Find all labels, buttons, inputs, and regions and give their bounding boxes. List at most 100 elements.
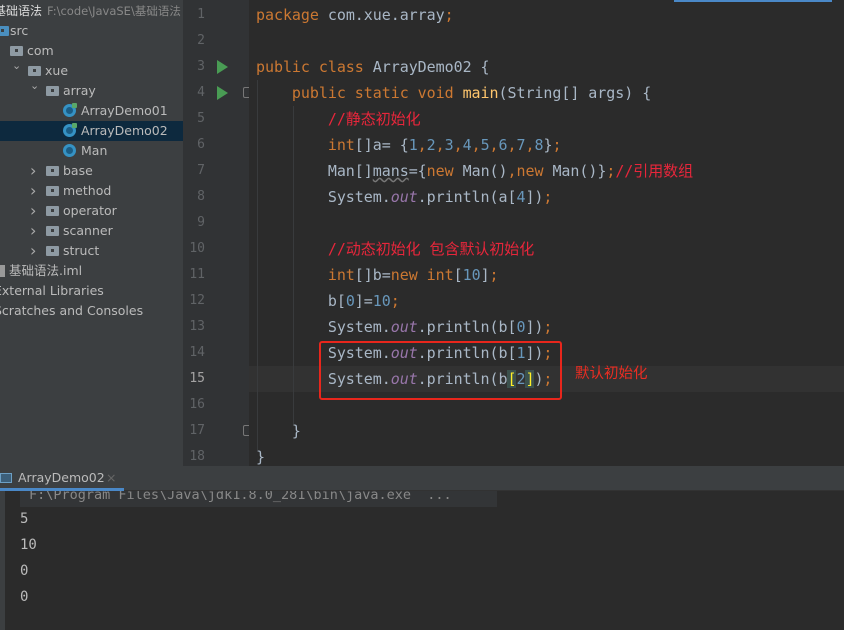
line-number: 11 xyxy=(189,267,205,282)
line-number: 3 xyxy=(197,59,205,74)
tree-item-array[interactable]: ⌄ array xyxy=(0,79,183,101)
tree-item-scanner[interactable]: › scanner xyxy=(0,221,183,241)
code-keyword: int xyxy=(256,136,355,154)
line-number: 13 xyxy=(189,319,205,334)
code-token: ={ xyxy=(408,162,427,180)
line-number: 6 xyxy=(197,137,205,152)
code-token: [ xyxy=(453,266,463,284)
run-gutter-icon[interactable] xyxy=(217,60,228,74)
console-command-line[interactable]: F:\Program Files\Java\jdk1.8.0_281\bin\j… xyxy=(20,491,497,507)
tree-item-struct[interactable]: › struct xyxy=(0,241,183,261)
chevron-right-icon[interactable]: › xyxy=(30,241,36,261)
line-number: 9 xyxy=(197,215,205,230)
code-line: System.out.println(b[0]); xyxy=(256,314,553,340)
code-line: //静态初始化 xyxy=(256,106,421,132)
tree-item-label: com xyxy=(27,43,54,58)
code-keyword: , xyxy=(489,136,499,154)
console-output-line: 10 xyxy=(20,537,37,553)
tree-item-label: External Libraries xyxy=(0,283,104,298)
code-keyword: ; xyxy=(444,6,454,24)
code-keyword: package xyxy=(256,6,328,24)
chevron-down-icon[interactable]: ⌄ xyxy=(12,56,21,76)
code-keyword: , xyxy=(435,136,445,154)
console-output-line: 0 xyxy=(20,563,29,579)
tree-item-label: Man xyxy=(81,143,108,158)
line-number: 16 xyxy=(189,397,205,412)
code-line: int[]b=new int[10]; xyxy=(256,262,499,288)
code-number: 6 xyxy=(498,136,508,154)
code-keyword: , xyxy=(507,136,517,154)
code-number: 2 xyxy=(426,136,436,154)
run-tool-window-tabs: ArrayDemo02 × xyxy=(0,466,844,491)
tree-item-com[interactable]: com xyxy=(0,41,183,61)
tree-item-operator[interactable]: › operator xyxy=(0,201,183,221)
tree-item-label: operator xyxy=(63,203,117,218)
tree-item-label: ArrayDemo02 xyxy=(81,123,168,138)
code-token: Man[] xyxy=(256,162,373,180)
code-number: 10 xyxy=(372,292,391,310)
code-keyword: , xyxy=(453,136,463,154)
console-output[interactable]: F:\Program Files\Java\jdk1.8.0_281\bin\j… xyxy=(0,491,844,630)
tree-item-external-libraries[interactable]: External Libraries xyxy=(0,281,183,301)
code-keyword: , xyxy=(417,136,427,154)
editor-gutter: 1 2 3 4 5 6 7 8 9 10 11 12 13 14 15 16 17 18 xyxy=(183,0,253,466)
tree-item-man[interactable]: Man xyxy=(0,141,183,161)
code-number: 4 xyxy=(462,136,472,154)
tree-item-label: method xyxy=(63,183,112,198)
tree-item-label: src xyxy=(10,23,29,38)
annotation-note: 默认初始化 xyxy=(575,366,648,382)
tree-item-label: scanner xyxy=(63,223,113,238)
code-number: 10 xyxy=(462,266,481,284)
project-root[interactable]: 基础语法 F:\code\JavaSE\基础语法 xyxy=(0,2,181,19)
run-gutter-icon[interactable] xyxy=(217,86,228,100)
console-toolbar xyxy=(0,491,5,630)
code-number: 3 xyxy=(444,136,454,154)
code-keyword: ; xyxy=(606,162,616,180)
run-badge-icon xyxy=(72,103,77,108)
project-tree-panel: 基础语法 F:\code\JavaSE\基础语法 src com ⌄ xue ⌄ array… xyxy=(0,0,183,466)
code-line: public static void main(String[] args) { xyxy=(256,80,651,106)
tree-item-label: base xyxy=(63,163,93,178)
package-icon xyxy=(46,246,59,256)
tree-item-label: Scratches and Consoles xyxy=(0,303,144,318)
code-comment: //引用数组 xyxy=(615,162,694,180)
tree-item-base[interactable]: › base xyxy=(0,161,183,181)
code-keyword: ; xyxy=(543,318,553,336)
code-keyword: ; xyxy=(552,136,562,154)
tree-item-arraydemo02[interactable]: ArrayDemo02 xyxy=(0,121,183,141)
tree-item-xue[interactable]: ⌄ xue xyxy=(0,59,183,81)
line-number: 2 xyxy=(197,33,205,48)
code-token: ]= xyxy=(354,292,373,310)
code-keyword: new xyxy=(516,162,553,180)
code-token: main xyxy=(462,84,499,102)
code-token: out xyxy=(390,318,418,336)
tree-item-arraydemo01[interactable]: ArrayDemo01 xyxy=(0,101,183,121)
code-keyword: ; xyxy=(543,188,553,206)
tree-item-scratches-and-consoles[interactable]: Scratches and Consoles xyxy=(0,301,183,321)
chevron-right-icon[interactable]: › xyxy=(30,181,36,201)
code-keyword: public class xyxy=(256,58,373,76)
code-token: []a= { xyxy=(354,136,409,154)
console-output-line: 5 xyxy=(20,511,29,527)
tree-item-method[interactable]: › method xyxy=(0,181,183,201)
tree-item--iml[interactable]: 基础语法.iml xyxy=(0,261,183,281)
code-line: Man[]mans={new Man(),new Man()};//引用数组 xyxy=(256,158,693,184)
chevron-down-icon[interactable]: ⌄ xyxy=(30,76,39,96)
tree-item-src[interactable]: src xyxy=(0,21,183,41)
close-icon[interactable]: × xyxy=(106,466,116,490)
code-line: //动态初始化 包含默认初始化 xyxy=(256,236,534,262)
line-number: 14 xyxy=(189,345,205,360)
chevron-right-icon[interactable]: › xyxy=(30,221,36,241)
tree-item-label: ArrayDemo01 xyxy=(81,103,168,118)
chevron-right-icon[interactable]: › xyxy=(30,201,36,221)
class-icon xyxy=(63,144,76,157)
code-keyword: ; xyxy=(489,266,499,284)
code-keyword: new int xyxy=(390,266,454,284)
code-token: System. xyxy=(256,318,391,336)
code-keyword: , xyxy=(507,162,517,180)
run-tab-arraydemo02[interactable]: ArrayDemo02 × xyxy=(0,466,124,491)
code-comment: //动态初始化 包含默认初始化 xyxy=(256,240,535,258)
line-number: 5 xyxy=(197,111,205,126)
chevron-right-icon[interactable]: › xyxy=(30,161,36,181)
line-number: 4 xyxy=(197,85,205,100)
